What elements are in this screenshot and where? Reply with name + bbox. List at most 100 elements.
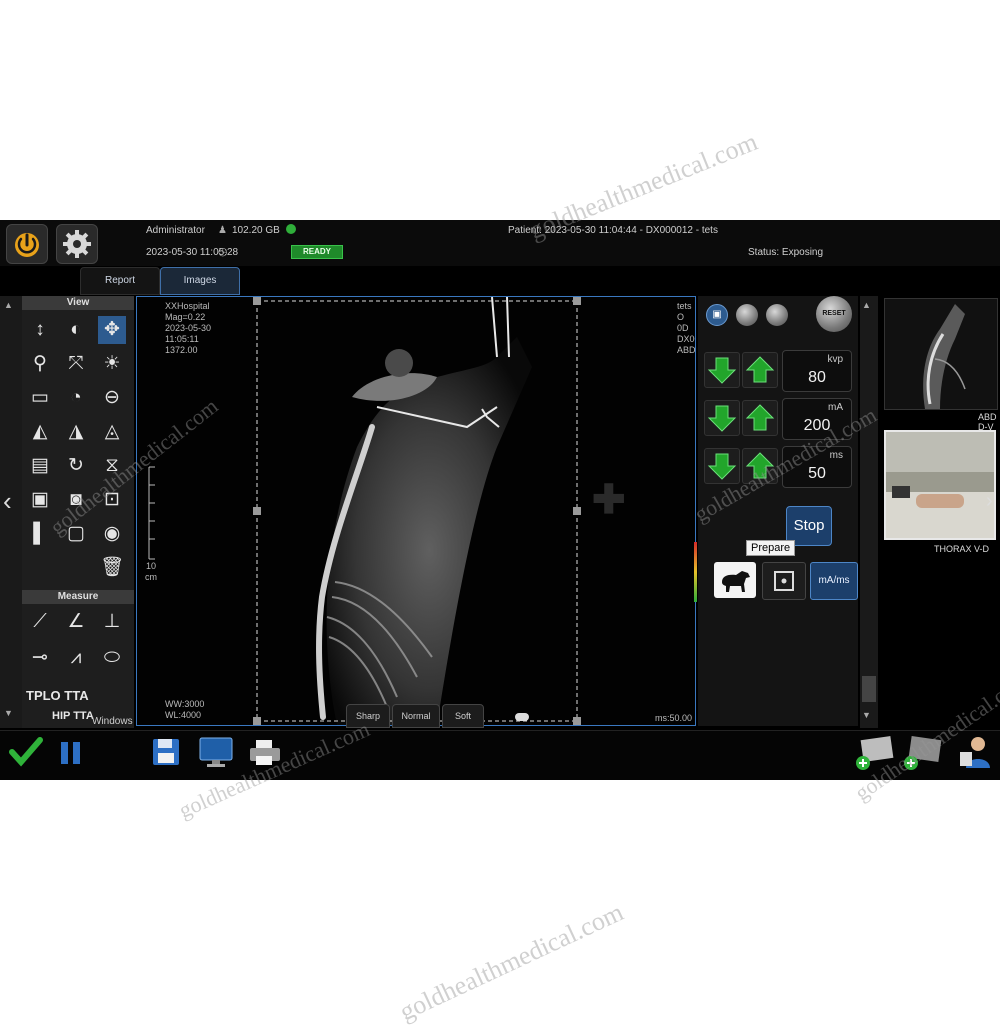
move-icon[interactable]: ✥ [98,316,126,344]
view-tools: ↕ ◐ ✥ ⚲ ⤧ ☀ ▭ ◔ ⊖ ◭ ◮ ◬ ▤ ↻ ⧖ ▣ ◙ ⊡ ▌ ▢ [26,316,134,582]
study-value: 1372.00 [165,345,198,355]
disk-space: 102.20 GB [232,225,280,236]
arrow-down-icon [707,453,737,480]
preset-soft[interactable]: Soft [442,704,484,728]
save-small-icon[interactable]: ▣ [706,304,728,326]
arrow-down-icon [707,405,737,432]
image-viewer[interactable]: ✚ XXHospital Mag=0.22 2023-05-30 11:05:1… [136,296,696,726]
thumb-scroll-down-icon[interactable]: ▼ [862,710,871,720]
cobb-icon[interactable]: ⩘ [62,644,90,672]
accept-button[interactable] [8,734,44,770]
overlay-top-right: tets O 0D DX000012 ABDOMEN:ABD D-V [677,301,695,356]
flip-icon[interactable]: ◭ [26,418,54,446]
watermark-6: goldhealthmedical.com [395,897,628,1027]
arrow-down-icon [707,357,737,384]
rotate-icon[interactable]: ↻ [62,452,90,480]
ma-up-button[interactable] [742,400,778,436]
round-button-2[interactable] [766,304,788,326]
contrast-icon[interactable]: ◐ [62,316,90,344]
scale-value: 10 [145,561,156,571]
status-text: Status: Exposing [748,247,824,258]
monitor-button[interactable] [198,736,234,768]
faint-cross-watermark: ✚ [592,478,626,522]
kvp-down-button[interactable] [704,352,740,388]
tab-report[interactable]: Report [80,267,160,295]
window-icon[interactable]: ▭ [26,384,54,412]
pause-icon [61,742,80,764]
ellipse-icon[interactable]: ⬭ [98,644,126,672]
rotate-right-icon[interactable]: ◬ [98,418,126,446]
thumbnail-1-label: ABD D-V [978,412,997,432]
thumb-scroll-thumb[interactable] [862,676,876,702]
gear-icon [63,230,91,258]
thumb-next-icon[interactable]: › [986,490,993,513]
power-icon [15,233,39,257]
magnifier-icon[interactable]: ◔ [62,384,90,412]
view-section-header: View [22,296,134,310]
monitor-icon [199,737,233,767]
zoom-out-icon[interactable]: ⊖ [98,384,126,412]
scroll-down-icon[interactable]: ▼ [4,708,13,718]
mode-button[interactable]: mA/ms [810,562,858,600]
overlay-top-left: XXHospital Mag=0.22 2023-05-30 11:05:11 … [165,301,211,356]
power-button[interactable] [6,224,48,264]
invert-icon[interactable]: ▣ [26,486,54,514]
eye-icon[interactable]: ◉ [98,520,126,548]
scale-unit: cm [145,572,157,582]
save-button[interactable] [150,736,182,768]
settings-button[interactable] [56,224,98,264]
length-icon[interactable]: ⊥ [98,608,126,636]
patient-id: DX000012 [677,334,695,344]
angle-icon[interactable]: ∠ [62,608,90,636]
reset-label: RESET [822,310,846,317]
arrow-up-icon [745,356,775,383]
thumbnail-2-label: THORAX V-D [934,544,990,554]
collapse-left-icon[interactable]: ‹ [3,486,12,517]
scale-label: 10 cm [145,561,157,583]
preset-normal[interactable]: Normal [392,704,440,728]
brightness-icon[interactable]: ☀ [98,350,126,378]
kvp-value: 80 [808,369,826,386]
hospital-label: XXHospital [165,301,210,311]
ruler-icon[interactable]: ⟋ [26,608,54,636]
scroll-up-icon[interactable]: ▲ [4,300,18,310]
kvp-up-button[interactable] [742,352,778,388]
hip-tta-tool[interactable]: HIP TTA [52,710,94,722]
patient-sex: O [677,312,685,322]
checkmark-icon [9,737,43,767]
arrow-updown-icon[interactable]: ↕ [26,316,54,344]
overlay-bottom-left: WW:3000 WL:4000 [165,699,204,721]
dog-icon [722,571,750,592]
focus-button[interactable] [762,562,806,600]
thumbnail-xray [923,304,966,409]
pause-button[interactable] [58,738,84,768]
kvp-display: kvp 80 [782,350,852,392]
tab-images[interactable]: Images [160,267,240,295]
user-label: Administrator [146,225,205,236]
dog-button[interactable] [714,562,756,598]
thumb-scrollbar[interactable] [860,296,878,728]
notes-icon[interactable]: ▤ [26,452,54,480]
thumb-scroll-up-icon[interactable]: ▲ [862,300,871,310]
study-time: 11:05:11 [165,334,199,344]
arrow-up-icon [745,404,775,431]
thumbnail-1[interactable] [884,298,998,410]
study-date: 2023-05-30 [165,323,212,333]
ms-label: ms:50.00 [655,713,693,723]
caliper-icon[interactable]: ⊸ [26,644,54,672]
ma-down-button[interactable] [704,400,740,436]
dog-glyph-icon [515,713,529,721]
floppy-icon [153,739,179,765]
mag-label: Mag=0.22 [165,312,206,322]
tplo-tta-tool[interactable]: TPLO TTA [26,688,89,703]
disk-status-icon [286,224,296,234]
thumbnail-2[interactable] [884,430,996,540]
fit-icon[interactable]: ⤧ [62,350,90,378]
rotate-left-icon[interactable]: ◮ [62,418,90,446]
window-level: WL:4000 [165,710,202,720]
patient-name: tets [677,301,692,311]
round-button-1[interactable] [736,304,758,326]
clock-icon: ◷ [218,246,228,258]
trash-icon[interactable]: 🗑 [98,554,126,582]
zoom-icon[interactable]: ⚲ [26,350,54,378]
